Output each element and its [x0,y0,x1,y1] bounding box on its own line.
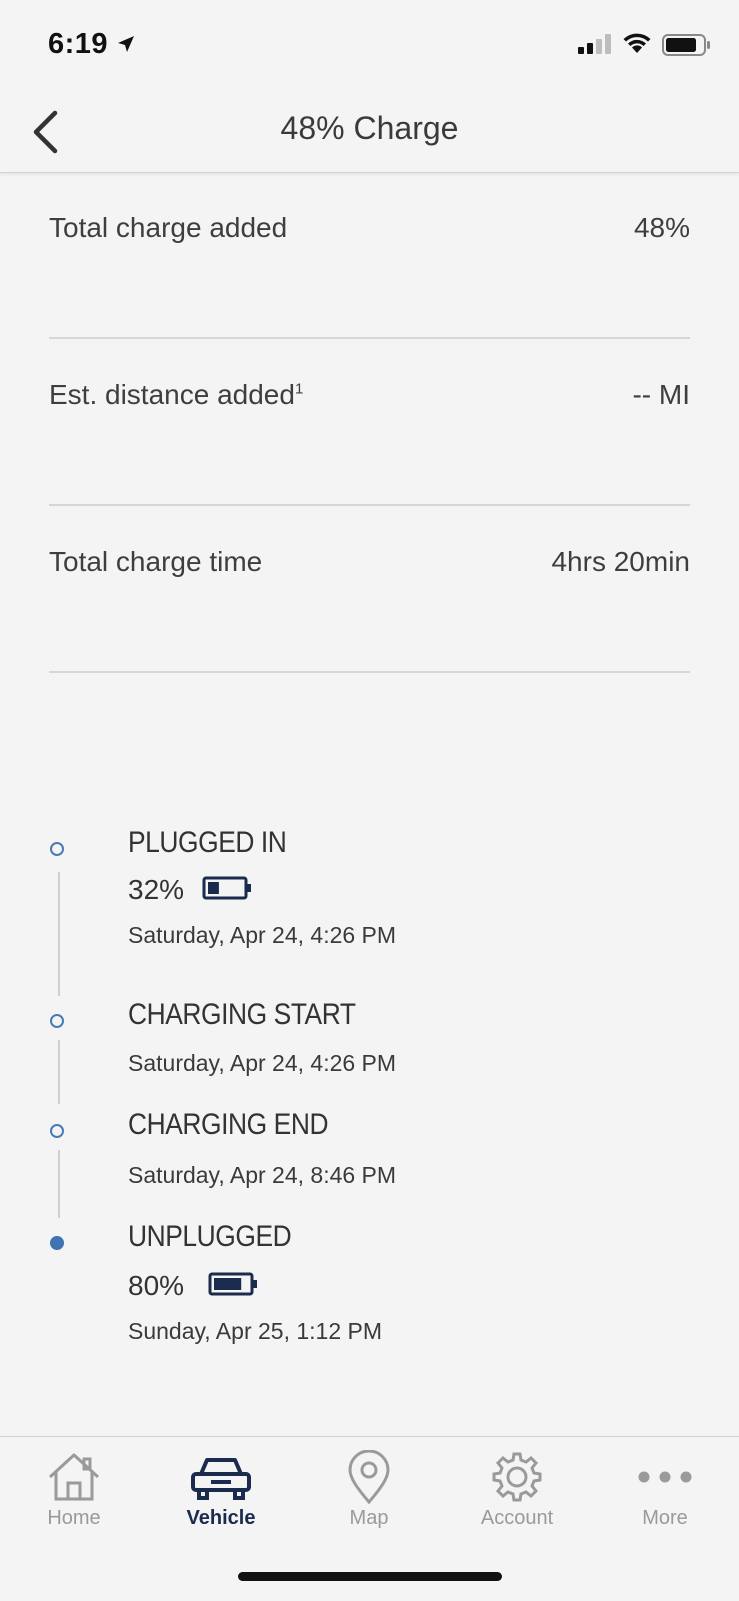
map-pin-icon [348,1450,390,1504]
tab-account[interactable]: Account [443,1437,591,1547]
tab-home[interactable]: Home [0,1437,148,1547]
battery-high-icon [208,1272,257,1296]
stat-value: -- MI [632,379,690,410]
battery-status-icon [662,34,710,56]
stat-label: Total charge time [49,546,263,577]
tab-more[interactable]: More [591,1437,739,1547]
home-indicator[interactable] [238,1572,502,1581]
gear-icon [492,1452,542,1502]
vehicle-icon [191,1458,251,1500]
status-bar: 6:19 [0,0,739,92]
tab-label: More [642,1507,688,1529]
charge-timeline: PLUGGED IN 32% Saturday, Apr 24, 4:26 PM… [0,800,739,1360]
tab-label: Account [480,1507,554,1529]
timeline-dot [50,1014,64,1028]
tab-label: Vehicle [186,1507,256,1529]
timeline-event-title: CHARGING END [128,1108,329,1141]
timeline-dot [50,1124,64,1138]
timeline-event-date: Saturday, Apr 24, 4:26 PM [128,1050,397,1076]
tab-label: Home [47,1507,101,1529]
stat-row-charge-time: Total charge time 4hrs 20min [49,506,690,673]
cellular-signal-icon [578,34,611,54]
footnote-marker: 1 [294,380,304,398]
tab-map[interactable]: Map [295,1437,443,1547]
timeline-connector [58,1150,60,1218]
stat-row-total-charge: Total charge added 48% [49,172,690,339]
timeline-battery-percent: 80% [128,1270,185,1301]
timeline-dot [50,842,64,856]
timeline-event-date: Sunday, Apr 25, 1:12 PM [128,1318,383,1344]
stat-label-text: Est. distance added [49,379,295,410]
timeline-battery-percent: 32% [128,874,185,905]
timeline-dot-current [50,1236,64,1250]
timeline-event-date: Saturday, Apr 24, 4:26 PM [128,922,397,948]
stat-value: 4hrs 20min [551,546,690,577]
timeline-event-title: CHARGING START [128,998,356,1031]
stat-row-est-distance: Est. distance added1 -- MI [49,339,690,506]
more-icon [638,1471,692,1483]
tab-label: Map [349,1507,389,1529]
location-arrow-icon [118,36,134,52]
home-icon [48,1453,100,1501]
wifi-icon [623,33,651,53]
timeline-event-title: UNPLUGGED [128,1220,292,1253]
timeline-event-title: PLUGGED IN [128,826,287,859]
navigation-bar: 48% Charge [0,92,739,173]
timeline-connector [58,1040,60,1104]
tab-vehicle[interactable]: Vehicle [147,1437,295,1547]
stat-value: 48% [633,212,690,243]
stat-label: Total charge added [49,212,288,243]
battery-low-icon [202,876,251,900]
timeline-event-date: Saturday, Apr 24, 8:46 PM [128,1162,397,1188]
stat-label: Est. distance added1 [49,379,303,411]
page-title: 48% Charge [280,110,459,146]
timeline-connector [58,872,60,996]
status-time: 6:19 [48,28,109,60]
